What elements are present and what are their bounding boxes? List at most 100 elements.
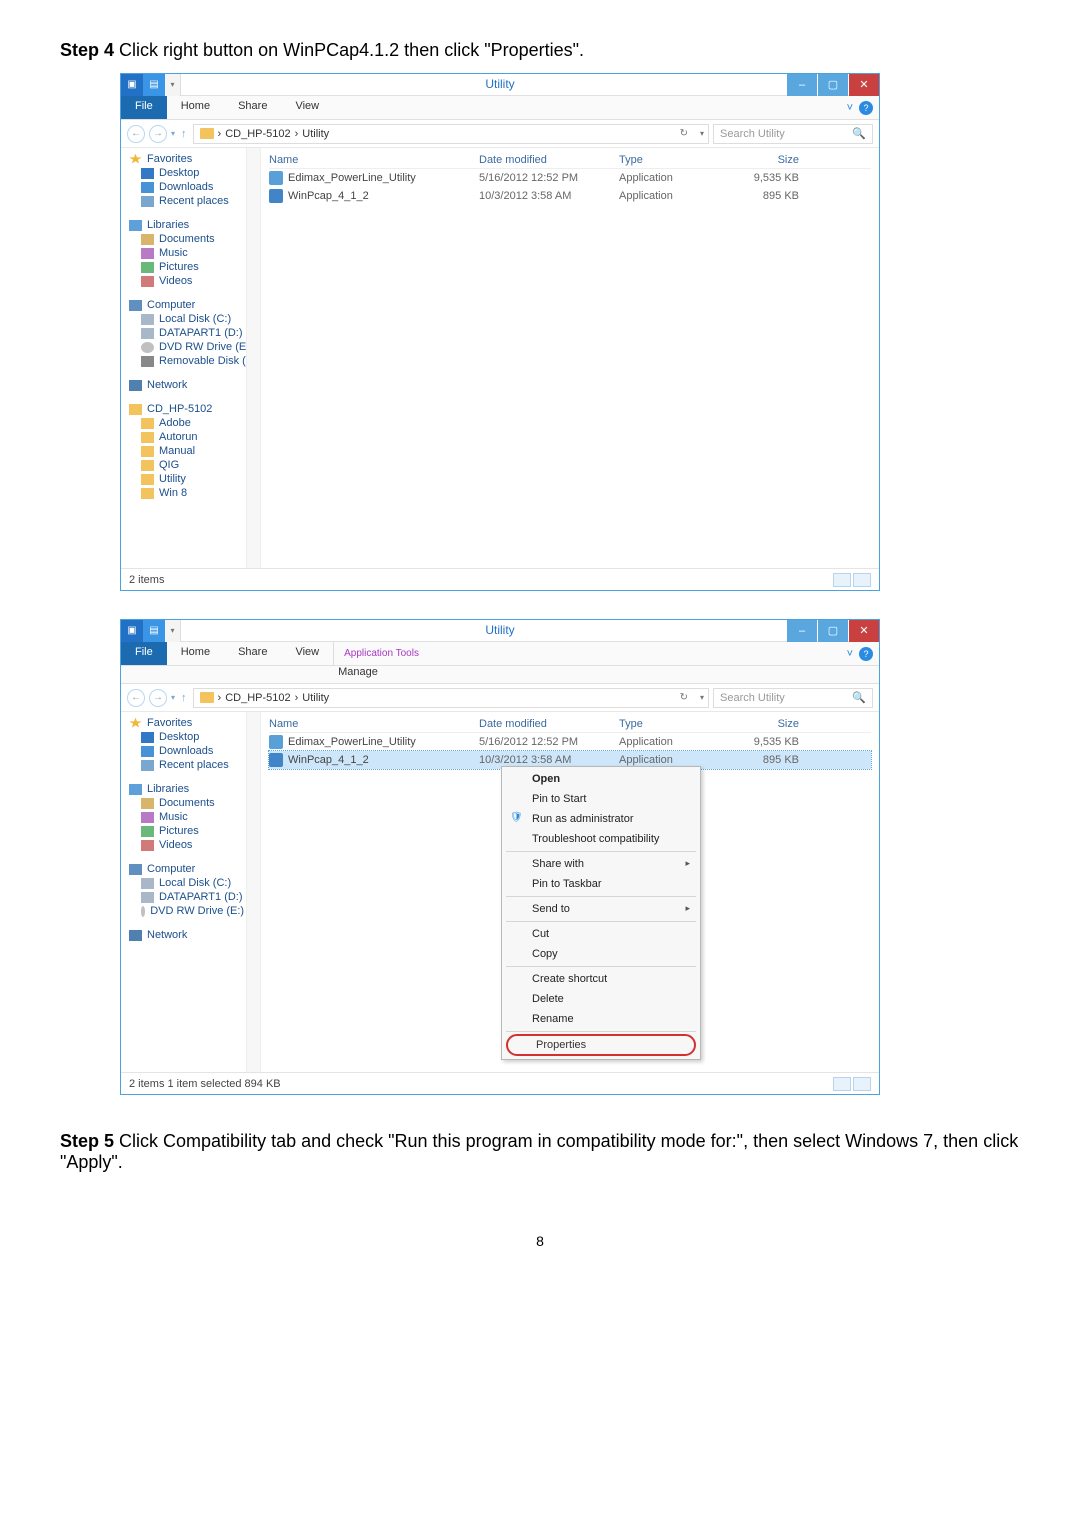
tree-dvd[interactable]: DVD RW Drive (E:) — [129, 340, 260, 354]
nav-history-chevron-icon[interactable]: ▾ — [171, 129, 175, 138]
nav-forward-button[interactable]: → — [149, 125, 167, 143]
col-type[interactable]: Type — [619, 154, 719, 166]
col-type[interactable]: Type — [619, 718, 719, 730]
ctx-run-admin[interactable]: Run as administrator — [504, 809, 698, 829]
tree-music[interactable]: Music — [129, 246, 260, 260]
tree-adobe[interactable]: Adobe — [129, 416, 260, 430]
minimize-button[interactable]: – — [787, 620, 817, 642]
file-row[interactable]: Edimax_PowerLine_Utility 5/16/2012 12:52… — [269, 169, 871, 187]
view-large-icon[interactable] — [853, 573, 871, 587]
tree-win8[interactable]: Win 8 — [129, 486, 260, 500]
qat-icon[interactable]: ▤ — [143, 74, 165, 96]
file-row[interactable]: WinPcap_4_1_2 10/3/2012 3:58 AM Applicat… — [269, 187, 871, 205]
tree-documents[interactable]: Documents — [129, 232, 260, 246]
nav-forward-button[interactable]: → — [149, 689, 167, 707]
ctx-delete[interactable]: Delete — [504, 989, 698, 1009]
tree-autorun[interactable]: Autorun — [129, 430, 260, 444]
tab-home[interactable]: Home — [167, 642, 224, 665]
tree-computer[interactable]: Computer — [129, 862, 260, 876]
ctx-create-shortcut[interactable]: Create shortcut — [504, 969, 698, 989]
tree-qig[interactable]: QIG — [129, 458, 260, 472]
tree-documents[interactable]: Documents — [129, 796, 260, 810]
path-seg1[interactable]: CD_HP-5102 — [225, 128, 290, 140]
tree-favorites[interactable]: Favorites — [129, 152, 260, 166]
tree-removable[interactable]: Removable Disk ( — [129, 354, 260, 368]
path-seg2[interactable]: Utility — [302, 692, 329, 704]
tab-view[interactable]: View — [281, 96, 333, 119]
tree-manual[interactable]: Manual — [129, 444, 260, 458]
close-button[interactable]: ✕ — [849, 74, 879, 96]
tree-music[interactable]: Music — [129, 810, 260, 824]
tree-dvd[interactable]: DVD RW Drive (E:) Ec — [129, 904, 260, 918]
nav-back-button[interactable]: ← — [127, 125, 145, 143]
tree-network[interactable]: Network — [129, 378, 260, 392]
minimize-button[interactable]: – — [787, 74, 817, 96]
path-chevron-icon[interactable]: ▾ — [700, 129, 704, 138]
tab-manage[interactable]: Manage — [338, 666, 378, 678]
tab-file[interactable]: File — [121, 96, 167, 119]
refresh-icon[interactable]: ↻ — [680, 692, 688, 703]
ctx-send-to[interactable]: Send to — [504, 899, 698, 919]
ctx-pin-taskbar[interactable]: Pin to Taskbar — [504, 874, 698, 894]
maximize-button[interactable]: ▢ — [818, 620, 848, 642]
view-details-icon[interactable] — [833, 1077, 851, 1091]
tree-libraries[interactable]: Libraries — [129, 782, 260, 796]
ctx-pin-start[interactable]: Pin to Start — [504, 789, 698, 809]
tree-desktop[interactable]: Desktop — [129, 730, 260, 744]
tree-localc[interactable]: Local Disk (C:) — [129, 312, 260, 326]
column-headers[interactable]: Name Date modified Type Size — [269, 152, 871, 169]
nav-back-button[interactable]: ← — [127, 689, 145, 707]
tree-libraries[interactable]: Libraries — [129, 218, 260, 232]
tree-videos[interactable]: Videos — [129, 274, 260, 288]
tree-cdhp[interactable]: CD_HP-5102 — [129, 402, 260, 416]
nav-history-chevron-icon[interactable]: ▾ — [171, 693, 175, 702]
ctx-rename[interactable]: Rename — [504, 1009, 698, 1029]
nav-up-button[interactable]: ↑ — [179, 128, 189, 140]
search-input[interactable]: Search Utility 🔍 — [713, 688, 873, 708]
help-icon[interactable]: ? — [859, 101, 873, 115]
tree-datapart[interactable]: DATAPART1 (D:) — [129, 326, 260, 340]
file-row[interactable]: Edimax_PowerLine_Utility 5/16/2012 12:52… — [269, 733, 871, 751]
tree-downloads[interactable]: Downloads — [129, 180, 260, 194]
qat-chevron-icon[interactable]: ▾ — [165, 620, 181, 642]
maximize-button[interactable]: ▢ — [818, 74, 848, 96]
path-seg1[interactable]: CD_HP-5102 — [225, 692, 290, 704]
path-chevron-icon[interactable]: ▾ — [700, 693, 704, 702]
nav-tree[interactable]: Favorites Desktop Downloads Recent place… — [121, 712, 261, 1072]
breadcrumb[interactable]: › CD_HP-5102 › Utility ▾ ↻ — [193, 688, 709, 708]
tree-datapart[interactable]: DATAPART1 (D:) — [129, 890, 260, 904]
file-list[interactable]: Name Date modified Type Size Edimax_Powe… — [261, 712, 879, 1072]
tab-share[interactable]: Share — [224, 642, 281, 665]
tree-network[interactable]: Network — [129, 928, 260, 942]
nav-tree[interactable]: Favorites Desktop Downloads Recent place… — [121, 148, 261, 568]
tree-desktop[interactable]: Desktop — [129, 166, 260, 180]
refresh-icon[interactable]: ↻ — [680, 128, 688, 139]
ctx-properties[interactable]: Properties — [506, 1034, 696, 1056]
tree-computer[interactable]: Computer — [129, 298, 260, 312]
ctx-open[interactable]: Open — [504, 769, 698, 789]
column-headers[interactable]: Name Date modified Type Size — [269, 716, 871, 733]
tree-localc[interactable]: Local Disk (C:) — [129, 876, 260, 890]
tree-videos[interactable]: Videos — [129, 838, 260, 852]
tree-favorites[interactable]: Favorites — [129, 716, 260, 730]
qat-icon[interactable]: ▤ — [143, 620, 165, 642]
tree-recent[interactable]: Recent places — [129, 758, 260, 772]
tab-view[interactable]: View — [281, 642, 333, 665]
tab-share[interactable]: Share — [224, 96, 281, 119]
ctx-share-with[interactable]: Share with — [504, 854, 698, 874]
col-size[interactable]: Size — [719, 154, 799, 166]
tree-pictures[interactable]: Pictures — [129, 260, 260, 274]
col-date[interactable]: Date modified — [479, 718, 619, 730]
tree-utility[interactable]: Utility — [129, 472, 260, 486]
ribbon-chevron-icon[interactable]: ˅ — [847, 102, 853, 114]
col-size[interactable]: Size — [719, 718, 799, 730]
close-button[interactable]: ✕ — [849, 620, 879, 642]
col-name[interactable]: Name — [269, 154, 479, 166]
tree-recent[interactable]: Recent places — [129, 194, 260, 208]
ctx-copy[interactable]: Copy — [504, 944, 698, 964]
col-date[interactable]: Date modified — [479, 154, 619, 166]
qat-chevron-icon[interactable]: ▾ — [165, 74, 181, 96]
view-large-icon[interactable] — [853, 1077, 871, 1091]
ribbon-chevron-icon[interactable]: ˅ — [847, 648, 853, 660]
search-input[interactable]: Search Utility 🔍 — [713, 124, 873, 144]
